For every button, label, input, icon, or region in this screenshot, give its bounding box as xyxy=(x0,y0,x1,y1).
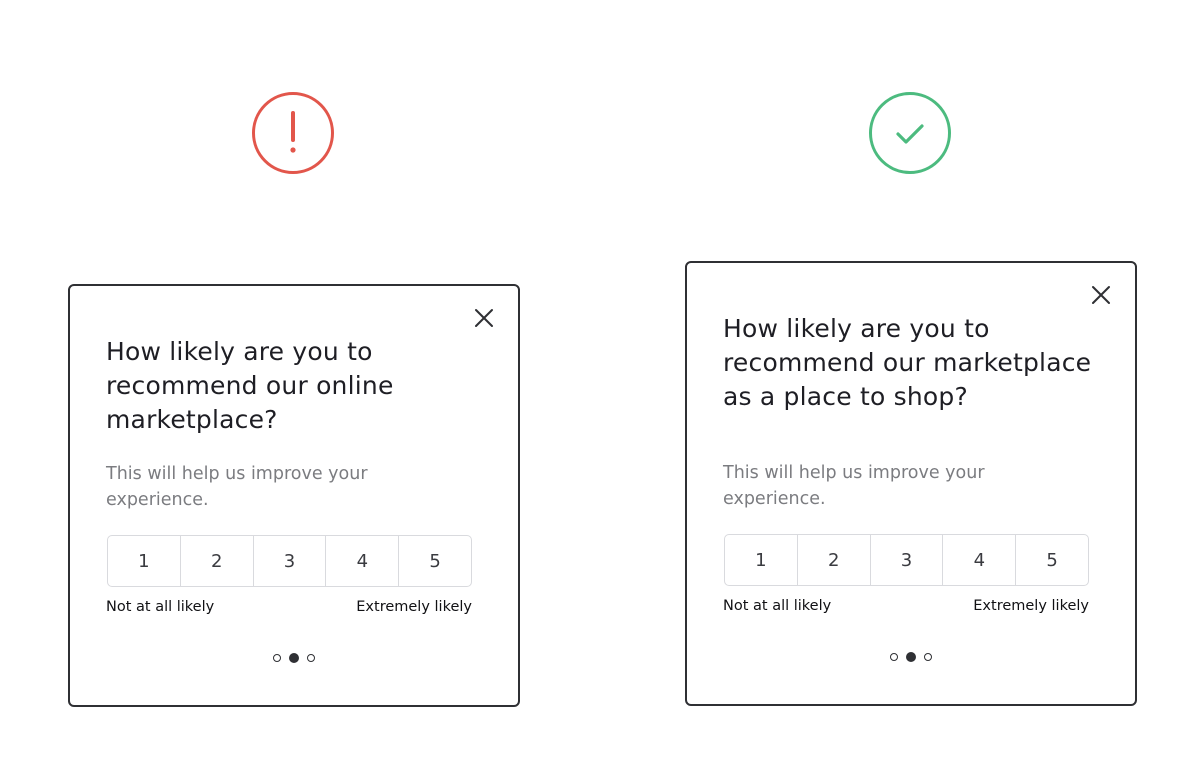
scale-low-label: Not at all likely xyxy=(106,599,215,615)
rating-option-2[interactable]: 2 xyxy=(179,536,253,586)
page-dot-1[interactable] xyxy=(273,654,281,662)
page-dot-3[interactable] xyxy=(924,653,932,661)
close-icon[interactable] xyxy=(472,306,496,330)
close-icon[interactable] xyxy=(1089,283,1113,307)
rating-option-1[interactable]: 1 xyxy=(108,536,180,586)
scale-low-label: Not at all likely xyxy=(723,598,832,614)
survey-card-good-example: How likely are you to recommend our mark… xyxy=(685,261,1137,706)
survey-question: How likely are you to recommend our mark… xyxy=(723,314,1092,411)
rating-option-5[interactable]: 5 xyxy=(1015,535,1088,585)
scale-labels: Not at all likely Extremely likely xyxy=(106,599,472,615)
scale-high-label: Extremely likely xyxy=(356,599,472,615)
scale-labels: Not at all likely Extremely likely xyxy=(723,598,1089,614)
rating-option-3[interactable]: 3 xyxy=(869,535,943,585)
page-dot-2-active[interactable] xyxy=(906,652,916,662)
check-circle-icon xyxy=(868,91,952,175)
page-indicator xyxy=(687,652,1135,662)
page-dot-2-active[interactable] xyxy=(289,653,299,663)
rating-option-1[interactable]: 1 xyxy=(725,535,797,585)
survey-question: How likely are you to recommend our onli… xyxy=(106,337,394,434)
survey-card-bad-example: How likely are you to recommend our onli… xyxy=(68,284,520,707)
rating-scale: 1 2 3 4 5 xyxy=(724,534,1089,586)
rating-option-3[interactable]: 3 xyxy=(252,536,326,586)
rating-option-4[interactable]: 4 xyxy=(325,536,398,586)
exclamation-circle-icon xyxy=(251,91,335,175)
page-dot-3[interactable] xyxy=(307,654,315,662)
comparison-scene: How likely are you to recommend our onli… xyxy=(0,0,1186,776)
survey-subtitle: This will help us improve your experienc… xyxy=(723,463,985,509)
page-indicator xyxy=(70,653,518,663)
rating-option-2[interactable]: 2 xyxy=(796,535,870,585)
page-dot-1[interactable] xyxy=(890,653,898,661)
scale-high-label: Extremely likely xyxy=(973,598,1089,614)
rating-option-4[interactable]: 4 xyxy=(942,535,1015,585)
rating-scale: 1 2 3 4 5 xyxy=(107,535,472,587)
rating-option-5[interactable]: 5 xyxy=(398,536,471,586)
survey-subtitle: This will help us improve your experienc… xyxy=(106,464,368,510)
